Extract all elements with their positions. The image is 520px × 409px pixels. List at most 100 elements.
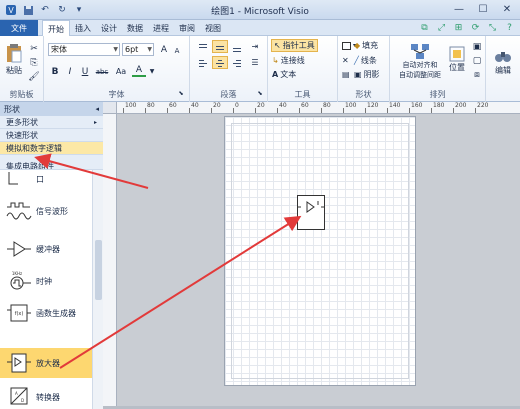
fill-button[interactable]: ◆ 填充	[354, 39, 378, 52]
drawing-page[interactable]	[224, 116, 416, 386]
visio-window: V ↶ ↻ ▾ 绘图1 - Microsoft Visio — ☐ ✕ 文件 开…	[0, 0, 520, 409]
italic-button[interactable]: I	[63, 65, 77, 78]
copy-icon[interactable]: ⎘	[27, 56, 41, 69]
stencil-item-label: 口	[36, 174, 44, 184]
window-title: 绘图1 - Microsoft Visio	[211, 7, 309, 17]
tab-view[interactable]: 视图	[200, 20, 226, 36]
change-case-button[interactable]: Aa	[112, 65, 130, 78]
function-generator-shape-icon: f(x)	[7, 304, 31, 322]
ruler-tick-mark	[145, 108, 146, 113]
menu-label: 集成电路组件	[6, 161, 54, 170]
tab-design[interactable]: 设计	[96, 20, 122, 36]
ruler-tick-label: 80	[147, 102, 155, 109]
group-icon[interactable]: ⧈	[470, 68, 484, 81]
menu-ic-components[interactable]: 集成电路组件	[0, 155, 103, 170]
tab-data[interactable]: 数据	[122, 20, 148, 36]
stencil-item-function-generator[interactable]: f(x) 函数生成器	[0, 298, 92, 328]
align-left-button[interactable]	[195, 56, 211, 69]
line-button[interactable]: ╱ 线条	[354, 54, 377, 67]
font-name-value: 宋体	[51, 45, 67, 54]
close-button[interactable]: ✕	[496, 1, 518, 17]
align-center-button[interactable]	[212, 56, 228, 69]
align-top-button[interactable]	[195, 40, 211, 53]
bring-front-icon[interactable]: ▣	[470, 40, 484, 53]
minimize-button[interactable]: —	[448, 1, 470, 17]
dialog-launcher-icon[interactable]: ⬊	[176, 87, 186, 100]
stencil-item-buffer[interactable]: 缓冲器	[0, 234, 92, 264]
group-label-clipboard: 剪贴板	[9, 90, 34, 99]
ruler-tick-mark	[233, 108, 234, 113]
format-painter-icon[interactable]: 🖌	[27, 70, 41, 83]
tab-review[interactable]: 审阅	[174, 20, 200, 36]
font-color-dropdown[interactable]: ▼	[145, 65, 159, 78]
position-label: 位置	[449, 62, 465, 72]
vertical-ruler	[103, 114, 117, 409]
indent-icon[interactable]: ⇥	[248, 40, 262, 53]
auto-align-button[interactable]: 自动对齐和 自动调整间距	[398, 39, 442, 83]
editing-button[interactable]: 编辑	[490, 42, 516, 80]
send-back-icon[interactable]: ▢	[470, 54, 484, 67]
collapse-icon[interactable]: ◂	[95, 105, 99, 113]
line-label: 线条	[360, 56, 377, 65]
refresh-icon[interactable]: ⟳	[469, 22, 482, 34]
line-tool-button[interactable]: ✕	[342, 54, 349, 67]
grow-font-button[interactable]: A	[157, 43, 171, 56]
stencil-item-signal-waveform[interactable]: 信号波形	[0, 196, 92, 226]
connector-button[interactable]: ↳ 连接线	[272, 54, 305, 67]
cut-icon[interactable]: ✂	[27, 42, 41, 55]
maximize-button[interactable]: ☐	[472, 1, 494, 17]
bold-button[interactable]: B	[48, 65, 62, 78]
pointer-tool-button[interactable]: ↖ 指针工具	[271, 39, 318, 52]
drawing-canvas-area[interactable]: 100 80 60 40 20 0 20 40 60 80 100 120 140 160 180 200 22…	[103, 102, 520, 409]
ruler-tick-label: 160	[411, 102, 423, 109]
dialog-launcher-icon[interactable]: ⬊	[255, 87, 265, 100]
stencil-item-port[interactable]: 口	[0, 170, 92, 194]
shrink-font-button[interactable]: A	[170, 44, 184, 57]
scrollbar-thumb[interactable]	[95, 240, 102, 300]
tab-home[interactable]: 开始	[42, 20, 70, 37]
auto-align-icon	[411, 44, 429, 59]
shadow-button[interactable]: ▣ 阴影	[354, 68, 380, 81]
menu-more-shapes[interactable]: 更多形状 ▸	[0, 116, 103, 129]
menu-analog-digital-logic[interactable]: 模拟和数字逻辑	[0, 142, 103, 155]
ruler-tick-mark	[321, 108, 322, 113]
align-middle-button[interactable]	[212, 40, 228, 53]
align-bottom-button[interactable]	[229, 40, 245, 53]
font-name-combo[interactable]: 宋体 ▼	[48, 43, 120, 56]
title-bar: V ↶ ↻ ▾ 绘图1 - Microsoft Visio — ☐ ✕	[0, 0, 520, 20]
help-icon[interactable]: ?	[503, 22, 516, 34]
tab-insert[interactable]: 插入	[70, 20, 96, 36]
text-tool-button[interactable]: A 文本	[272, 68, 296, 81]
ruler-tick-mark	[211, 108, 212, 113]
stencil-item-amplifier[interactable]: 放大器	[0, 348, 92, 378]
amplifier-shape-on-page[interactable]	[297, 195, 325, 230]
restore-icon[interactable]: ⤢	[435, 22, 448, 34]
tab-file[interactable]: 文件	[0, 20, 38, 36]
position-button[interactable]: 位置	[446, 39, 468, 79]
format-button[interactable]: ▤	[342, 68, 350, 81]
connector-icon: ↳	[272, 56, 279, 65]
bullets-icon[interactable]: ☰	[248, 56, 262, 69]
svg-text:1KHz: 1KHz	[12, 271, 22, 276]
menu-label: 模拟和数字逻辑	[6, 143, 62, 153]
window-switch-icon[interactable]: ⧉	[418, 22, 431, 34]
tab-process[interactable]: 进程	[148, 20, 174, 36]
shapes-pane-title: 形状	[4, 104, 20, 114]
stencil-scrollbar[interactable]	[92, 170, 103, 409]
font-color-button[interactable]: A	[132, 64, 146, 77]
strikethrough-button[interactable]: abc	[93, 65, 111, 78]
underline-button[interactable]: U	[78, 65, 92, 78]
grid-icon[interactable]: ⊞	[452, 22, 465, 34]
group-paragraph: ⇥ ☰ 段落 ⬊	[190, 36, 268, 102]
stencil-item-clock[interactable]: 1KHz 时钟	[0, 266, 92, 296]
fullscreen-icon[interactable]: ⤡	[486, 22, 499, 34]
paste-button[interactable]: 粘贴	[4, 40, 24, 78]
align-right-button[interactable]	[229, 56, 245, 69]
font-size-combo[interactable]: 6pt ▼	[122, 43, 154, 56]
stencil-item-converter[interactable]: AD 转换器	[0, 382, 92, 409]
svg-text:f(x): f(x)	[15, 311, 24, 317]
svg-text:D: D	[21, 398, 24, 403]
menu-quick-shapes[interactable]: 快速形状	[0, 129, 103, 142]
group-label-font: 字体	[108, 90, 125, 99]
ruler-tick-mark	[365, 108, 366, 113]
